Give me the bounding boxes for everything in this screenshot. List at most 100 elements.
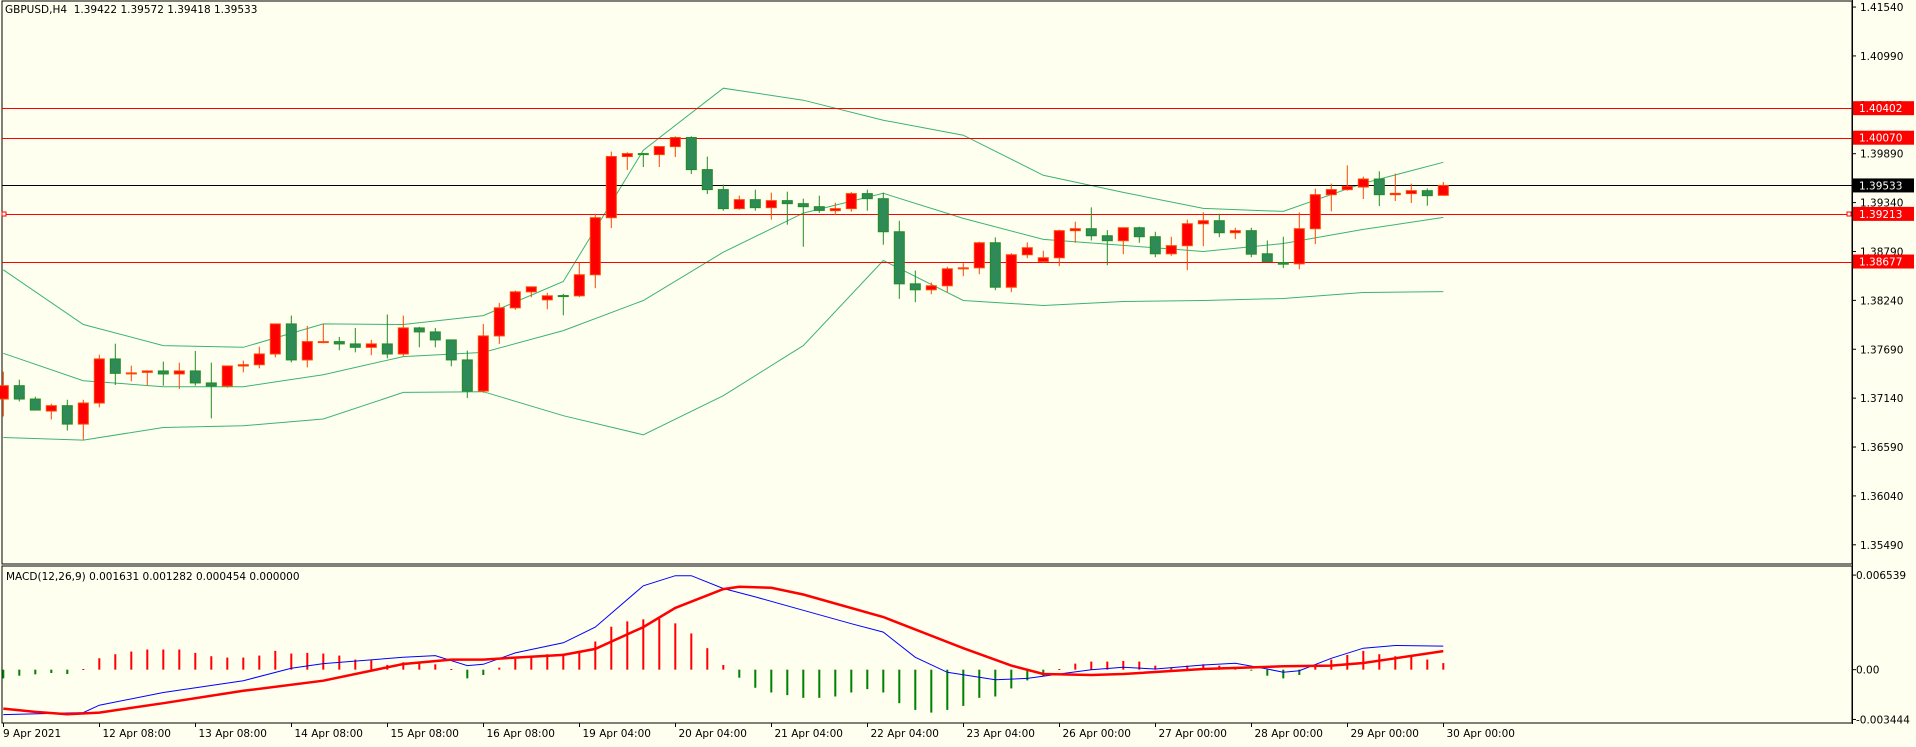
level-anchor-handle[interactable] [1846, 211, 1852, 217]
candle-body [1165, 245, 1177, 255]
macd-histogram-bar [274, 650, 277, 670]
macd-histogram-bar [466, 669, 469, 679]
candle-body [0, 385, 9, 400]
candle-body [61, 405, 73, 425]
candle-body [1053, 230, 1065, 259]
macd-histogram-bar [34, 669, 37, 675]
candle-body [1245, 230, 1257, 255]
candle-body [13, 385, 25, 400]
candle-body [653, 146, 665, 156]
candle-body [301, 341, 313, 361]
candle-body [1293, 228, 1305, 265]
candle-body [253, 353, 265, 366]
candle-body [1405, 190, 1417, 195]
candle-body [1309, 194, 1321, 230]
candle-body [1325, 189, 1337, 196]
candle-body [1085, 228, 1097, 237]
candle-body [93, 358, 105, 404]
candle-body [877, 198, 889, 233]
candle-body [1117, 227, 1129, 242]
macd-histogram-bar [706, 648, 709, 670]
macd-histogram-bar [418, 662, 421, 670]
macd-histogram-bar [370, 660, 373, 670]
bullish-candle [93, 354, 105, 408]
price-tick-label: 1.35490 [1860, 540, 1903, 552]
candle-body [237, 364, 249, 367]
time-tick-label: 29 Apr 00:00 [1351, 728, 1419, 740]
price-tick-label: 1.41540 [1860, 2, 1903, 14]
candle-body [1437, 184, 1449, 196]
candle-body [1021, 247, 1033, 256]
candle-body [1005, 254, 1017, 288]
candle-body [973, 242, 985, 269]
macd-histogram-bar [850, 669, 853, 693]
macd-histogram-bar [1442, 663, 1445, 670]
candle-body [685, 137, 697, 171]
candle-body [189, 370, 201, 384]
bearish-candle [1245, 227, 1257, 258]
candle-body [77, 402, 89, 425]
candle-body [1341, 185, 1353, 191]
bullish-candle [509, 290, 521, 310]
bearish-candle [989, 237, 1001, 291]
candle-body [845, 193, 857, 210]
macd-histogram-bar [98, 658, 101, 670]
candle-body [1213, 220, 1225, 234]
time-tick-label: 19 Apr 04:00 [583, 728, 651, 740]
macd-histogram-bar [914, 669, 917, 710]
macd-tick-label: 0.006539 [1856, 570, 1906, 582]
time-tick-label: 22 Apr 04:00 [871, 728, 939, 740]
macd-indicator-header: MACD(12,26,9) 0.001631 0.001282 0.000454… [6, 571, 300, 583]
macd-histogram-bar [738, 669, 741, 678]
candle-body [125, 372, 137, 375]
candle-body [205, 382, 217, 387]
candle-body [1389, 192, 1401, 196]
bullish-candle [269, 323, 281, 358]
candle-body [829, 208, 841, 212]
macd-histogram-bar [66, 669, 69, 675]
macd-histogram-bar [946, 669, 949, 710]
macd-histogram-bar [1250, 669, 1253, 671]
level-price-tag-label: 1.40070 [1859, 133, 1902, 145]
macd-histogram-bar [1282, 669, 1285, 679]
macd-histogram-bar [1122, 660, 1125, 670]
level-anchor-handle[interactable] [1, 211, 7, 217]
candle-body [637, 153, 649, 156]
price-tick-label: 1.38240 [1860, 295, 1903, 307]
candle-body [45, 405, 57, 412]
price-tick-label: 1.36040 [1860, 491, 1903, 503]
macd-histogram-bar [82, 668, 85, 670]
macd-histogram-bar [162, 649, 165, 670]
macd-histogram-bar [594, 641, 597, 670]
candle-body [221, 365, 233, 387]
candle-body [365, 343, 377, 348]
candle-body [317, 341, 329, 344]
candle-body [1373, 178, 1385, 196]
candle-body [621, 153, 633, 158]
bullish-candle [221, 365, 233, 388]
chart-window[interactable]: 1.415401.409901.404401.398901.393401.387… [0, 0, 1916, 747]
macd-histogram-bar [930, 669, 933, 713]
macd-histogram-bar [658, 618, 661, 670]
candle-body [445, 339, 457, 361]
candle-body [349, 343, 361, 348]
candle-body [1277, 262, 1289, 265]
level-price-tag-label: 1.39533 [1859, 180, 1902, 192]
macd-histogram-bar [450, 668, 453, 670]
macd-histogram-bar [258, 655, 261, 670]
macd-histogram-bar [690, 633, 693, 670]
candle-body [413, 327, 425, 333]
macd-histogram-bar [722, 664, 725, 670]
candle-body [1133, 227, 1145, 238]
macd-histogram-bar [1346, 654, 1349, 670]
candle-body [381, 343, 393, 355]
candle-body [797, 203, 809, 208]
macd-histogram-bar [834, 669, 837, 697]
macd-histogram-bar [114, 654, 117, 670]
macd-histogram-bar [130, 651, 133, 670]
macd-histogram-bar [754, 669, 757, 688]
macd-histogram-bar [1058, 668, 1061, 670]
macd-histogram-bar [2, 669, 5, 679]
macd-histogram-bar [514, 658, 517, 670]
candle-body [29, 398, 41, 411]
